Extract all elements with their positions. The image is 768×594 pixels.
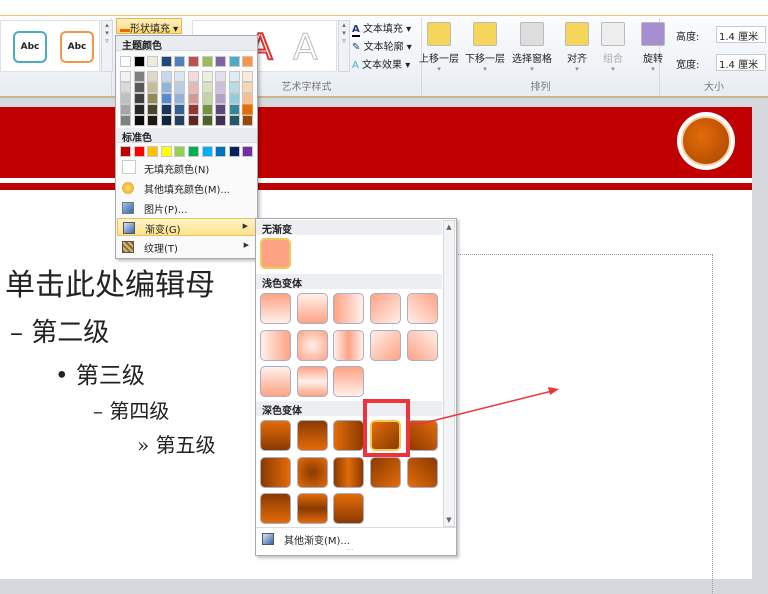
annotation-arrow [411,387,559,427]
